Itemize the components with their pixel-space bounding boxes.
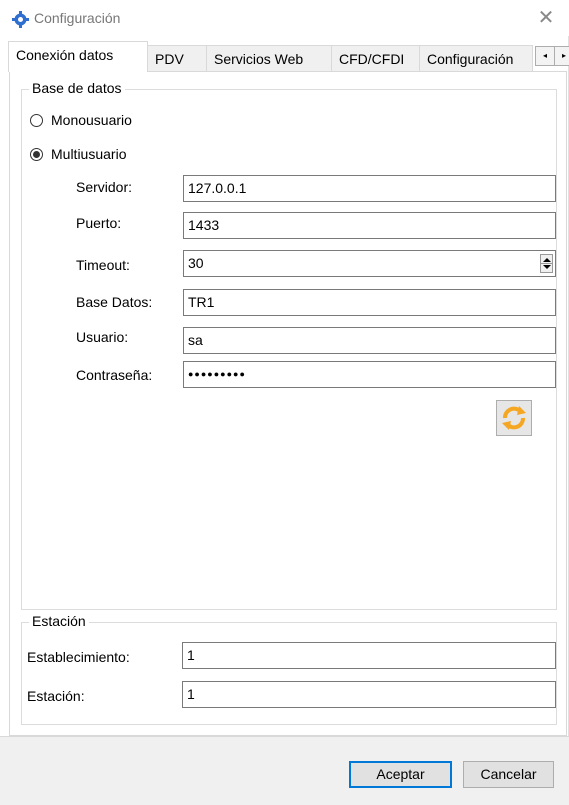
tab-strip: Conexión datos PDV Servicios Web CFD/CFD… [8,41,569,72]
port-field[interactable]: 1433 [183,212,556,239]
server-label: Servidor: [76,179,133,195]
close-icon[interactable]: ✕ [523,0,569,36]
refresh-icon [502,406,526,430]
spin-up-icon[interactable] [543,258,551,262]
tab-panel: Base de datos Monousuario Multiusuario S… [9,71,567,736]
station-field[interactable]: 1 [182,681,556,708]
radio-label: Monousuario [51,112,132,128]
dialog-footer: Aceptar Cancelar [0,736,569,805]
spin-down-icon[interactable] [543,265,551,269]
accept-button[interactable]: Aceptar [349,761,452,788]
dbname-label: Base Datos: [76,294,153,310]
window-title: Configuración [34,10,121,26]
password-field[interactable]: ●●●●●●●●● [183,361,556,388]
station-group-title: Estación [29,613,89,629]
cancel-button[interactable]: Cancelar [463,761,554,788]
dbname-field[interactable]: TR1 [183,289,556,316]
tab-label: Configuración [427,51,514,67]
establishment-label: Establecimiento: [27,649,130,665]
title-bar: Configuración ✕ [0,0,569,36]
tab-label: Conexión datos [16,47,114,63]
radio-label: Multiusuario [51,146,127,162]
spin-divider [541,263,552,264]
timeout-value: 30 [188,255,204,271]
tab-label: Servicios Web [214,51,304,67]
server-field[interactable]: 127.0.0.1 [183,175,556,202]
user-label: Usuario: [76,329,129,345]
config-window: Configuración ✕ Conexión datos PDV Servi… [0,0,569,805]
refresh-button[interactable] [496,400,532,436]
user-field[interactable]: sa [183,327,556,354]
spin-buttons[interactable] [540,254,553,273]
timeout-stepper[interactable]: 30 [183,250,556,277]
tab-configuracion[interactable]: Configuración [419,45,533,71]
tab-servicios-web[interactable]: Servicios Web [206,45,332,71]
tab-cfd-cfdi[interactable]: CFD/CFDI [331,45,420,71]
tab-scroll-right-icon[interactable]: ▸ [554,46,569,66]
tab-scroll-left-icon[interactable]: ◂ [535,46,555,66]
database-group-title: Base de datos [29,80,125,96]
radio-circle[interactable] [30,113,43,127]
tab-label: PDV [155,51,184,67]
station-label: Estación: [27,688,85,704]
tab-label: CFD/CFDI [339,51,405,67]
tab-pdv[interactable]: PDV [147,45,207,71]
gear-icon [12,11,29,28]
establishment-field[interactable]: 1 [182,642,556,669]
radio-monousuario[interactable]: Monousuario [30,110,132,130]
radio-multiusuario[interactable]: Multiusuario [30,144,126,164]
station-group: Estación [21,613,557,725]
radio-circle[interactable] [30,147,43,161]
port-label: Puerto: [76,215,122,231]
timeout-label: Timeout: [76,257,130,273]
tab-conexion-datos[interactable]: Conexión datos [8,41,148,72]
password-label: Contraseña: [76,367,153,383]
